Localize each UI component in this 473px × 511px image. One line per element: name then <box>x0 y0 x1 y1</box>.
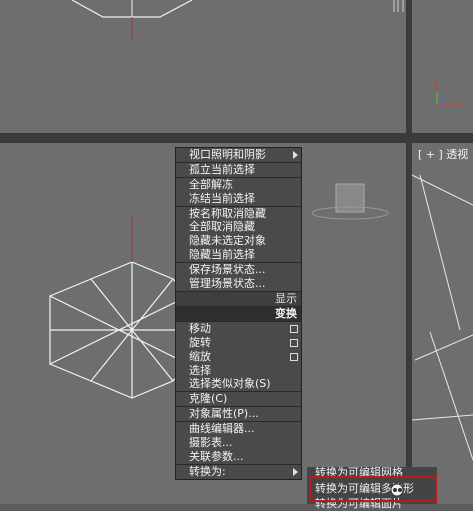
menu-item-object-properties[interactable]: 对象属性(P)... <box>176 407 301 423</box>
viewport-label-perspective[interactable]: [ + ] 透视 <box>418 146 468 162</box>
quad-header-display: 显示 <box>176 291 301 307</box>
menu-item-dope-sheet[interactable]: 摄影表... <box>176 436 301 450</box>
menu-item-select-similar[interactable]: 选择类似对象(S) <box>176 377 301 393</box>
menu-item-unfreeze-all[interactable]: 全部解冻 <box>176 178 301 192</box>
menu-item-save-scene-state[interactable]: 保存场景状态... <box>176 263 301 277</box>
menu-item-freeze-selection[interactable]: 冻结当前选择 <box>176 192 301 207</box>
menu-item-select[interactable]: 选择 <box>176 364 301 378</box>
viewport-top-right[interactable] <box>412 0 473 133</box>
menu-item-unhide-by-name[interactable]: 按名称取消隐藏 <box>176 207 301 221</box>
viewport-perspective[interactable] <box>412 143 473 504</box>
menu-item-viewport-lighting[interactable]: 视口照明和阴影 <box>176 148 301 163</box>
menu-item-convert-to[interactable]: 转换为: <box>176 465 301 479</box>
menu-item-curve-editor[interactable]: 曲线编辑器... <box>176 422 301 436</box>
menu-item-clone[interactable]: 克隆(C) <box>176 392 301 408</box>
menu-item-unhide-all[interactable]: 全部取消隐藏 <box>176 220 301 234</box>
menu-item-manage-scene-states[interactable]: 管理场景状态... <box>176 277 301 292</box>
settings-box-icon[interactable] <box>290 338 298 347</box>
viewport-divider-vertical[interactable] <box>406 0 412 504</box>
menu-item-rotate[interactable]: 旋转 <box>176 336 301 350</box>
menu-item-isolate-selection[interactable]: 孤立当前选择 <box>176 163 301 178</box>
quad-header-transform: 变换 <box>176 306 301 322</box>
submenu-arrow-icon <box>293 467 298 476</box>
menu-item-hide-unselected[interactable]: 隐藏未选定对象 <box>176 234 301 248</box>
quad-menu: 视口照明和阴影 孤立当前选择 全部解冻 冻结当前选择 按名称取消隐藏 全部取消隐… <box>175 147 302 480</box>
settings-box-icon[interactable] <box>290 324 298 333</box>
submenu-arrow-icon <box>293 151 298 159</box>
menu-item-move[interactable]: 移动 <box>176 322 301 336</box>
menu-item-scale[interactable]: 缩放 <box>176 350 301 364</box>
settings-box-icon[interactable] <box>290 352 298 361</box>
menu-item-hide-selection[interactable]: 隐藏当前选择 <box>176 248 301 264</box>
highlight-box <box>309 476 437 502</box>
viewport-divider-horizontal[interactable] <box>0 133 473 143</box>
viewport-top-left[interactable] <box>0 0 406 133</box>
menu-item-wire-parameters[interactable]: 关联参数... <box>176 450 301 465</box>
